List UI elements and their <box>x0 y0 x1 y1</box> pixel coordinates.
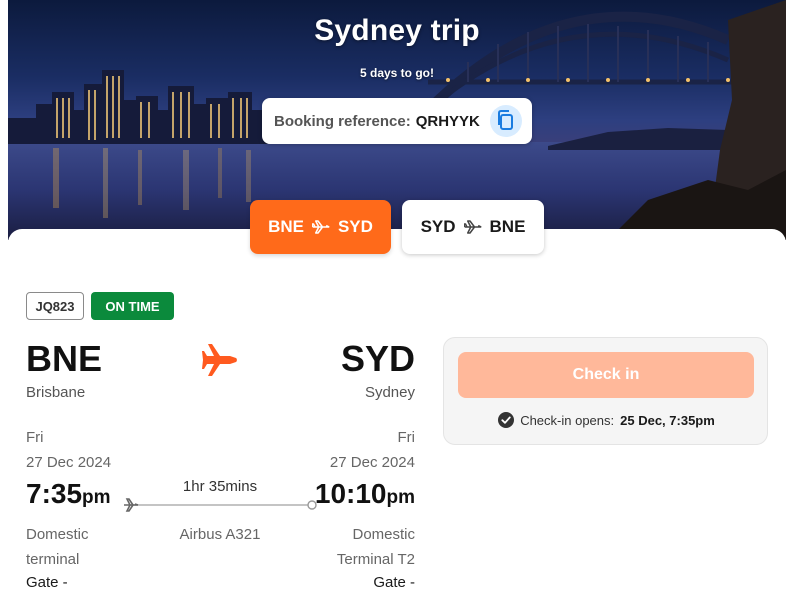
trip-title: Sydney trip <box>314 14 480 47</box>
departure-time-ampm: pm <box>82 487 111 508</box>
checkin-opens-note: Check-in opens: 25 Dec, 7:35pm <box>444 412 769 428</box>
booking-reference-label: Booking reference: <box>274 112 411 130</box>
arrival-city: Sydney <box>364 384 415 401</box>
flight-number-badge: JQ823 <box>26 292 84 320</box>
departure-city: Brisbane <box>26 384 86 401</box>
booking-reference-code: QRHYYK <box>415 112 480 130</box>
arrival-gate: Gate - <box>373 574 415 591</box>
tab-outbound-from: BNE <box>268 217 304 236</box>
checkin-panel: Check in Check-in opens: 25 Dec, 7:35pm <box>443 337 768 445</box>
check-in-button[interactable]: Check in <box>458 352 754 398</box>
plane-icon <box>311 220 330 234</box>
aircraft-type: Airbus A321 <box>179 526 261 543</box>
trip-countdown: 5 days to go! <box>359 66 434 80</box>
tab-return-to: BNE <box>489 217 526 236</box>
departure-terminal-line1: Domestic <box>26 526 89 543</box>
departure-time-value: 7:35 <box>26 478 83 509</box>
tab-outbound-to: SYD <box>337 217 373 236</box>
departure-time: 7:35pm <box>26 478 111 510</box>
checkin-opens-label: Check-in opens: <box>520 412 615 428</box>
booking-reference: Booking reference: QRHYYK <box>262 98 532 144</box>
arrival-code: SYD <box>340 338 415 379</box>
departure-date: 27 Dec 2024 <box>26 454 112 471</box>
arrival-dot <box>307 500 317 510</box>
copy-booking-reference-button[interactable] <box>490 105 522 137</box>
status-badge: ON TIME <box>91 292 174 320</box>
plane-icon <box>202 344 237 376</box>
departure-gate: Gate - <box>26 574 68 591</box>
arrival-terminal-line2: Terminal T2 <box>336 551 415 568</box>
arrival-day: Fri <box>397 429 416 446</box>
flight-duration: 1hr 35mins <box>182 478 258 495</box>
tab-return[interactable]: SYD BNE <box>402 200 544 254</box>
arrival-date: 27 Dec 2024 <box>329 454 415 471</box>
checkin-opens-value: 25 Dec, 7:35pm <box>620 412 715 428</box>
arrival-time-value: 10:10 <box>314 478 387 509</box>
tab-outbound[interactable]: BNE SYD <box>250 200 391 254</box>
check-circle-icon <box>498 412 515 428</box>
tab-return-from: SYD <box>420 217 456 236</box>
plane-icon <box>463 220 482 234</box>
copy-icon <box>498 110 513 130</box>
arrival-terminal-line1: Domestic <box>352 526 415 543</box>
departure-code: BNE <box>26 338 103 379</box>
arrival-time-ampm: pm <box>386 487 416 508</box>
departure-day: Fri <box>26 429 44 446</box>
departure-terminal-line2: terminal <box>26 551 80 568</box>
departure-plane-icon <box>124 498 139 512</box>
flight-timeline <box>124 498 317 512</box>
